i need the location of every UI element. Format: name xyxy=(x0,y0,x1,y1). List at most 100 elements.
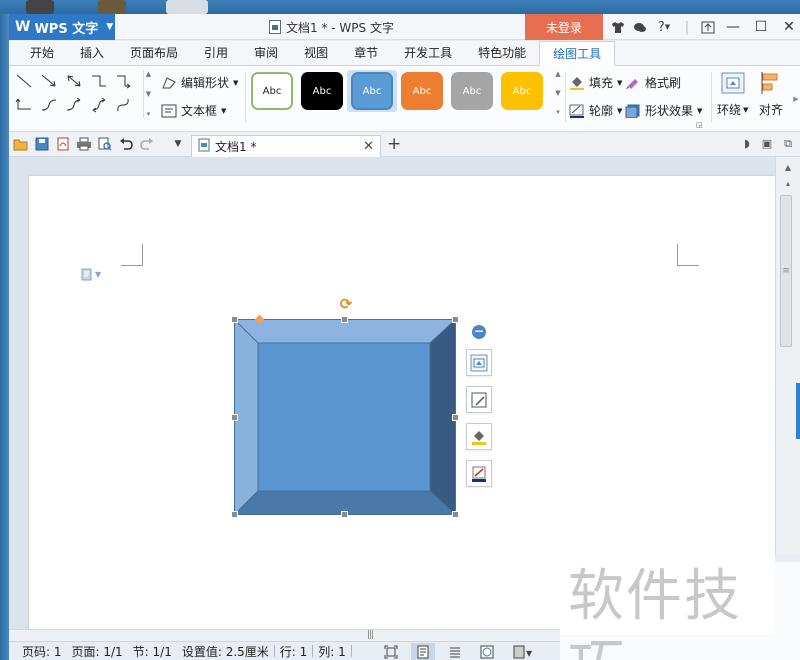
shape-outline-style-button[interactable] xyxy=(466,386,492,413)
resize-handle[interactable] xyxy=(231,414,238,421)
skin-icon[interactable] xyxy=(607,14,629,40)
tab-drawing-tools[interactable]: 绘图工具 xyxy=(539,41,616,66)
paragraph-layout-icon[interactable]: ▼ xyxy=(81,268,101,281)
tab-special-features[interactable]: 特色功能 xyxy=(465,40,539,65)
tab-references[interactable]: 引用 xyxy=(191,40,241,65)
shape-gallery-scroll[interactable]: ▲ ▼ ▾ xyxy=(143,70,153,118)
shape-line-color-button[interactable] xyxy=(466,460,492,487)
chevron-up-icon[interactable]: ▲ xyxy=(146,70,151,78)
new-tab-icon[interactable]: + xyxy=(387,134,401,154)
style-gallery-scroll[interactable]: ▲ ▼ ▾ xyxy=(553,70,563,116)
help-icon[interactable]: ? ▼ xyxy=(651,14,677,40)
open-folder-icon[interactable] xyxy=(13,136,29,152)
rotate-handle-icon[interactable]: ⟳ xyxy=(338,295,354,313)
shape-style-blue[interactable]: Abc xyxy=(351,72,393,110)
elbow-arrow-connector-icon[interactable] xyxy=(113,70,135,92)
reading-mode-icon[interactable]: ▼ xyxy=(507,643,537,660)
outline-button[interactable]: 轮廓 ▼ xyxy=(569,102,622,119)
minimize-icon[interactable]: — xyxy=(719,14,747,40)
outline-view-icon[interactable] xyxy=(443,643,467,660)
text-box-button[interactable]: 文本框 ▼ xyxy=(161,102,226,119)
side-panel-toggle[interactable] xyxy=(796,383,800,439)
arrow-shape-icon[interactable] xyxy=(38,70,60,92)
resize-handle[interactable] xyxy=(231,316,238,323)
double-arrow-shape-icon[interactable] xyxy=(63,70,85,92)
tab-insert[interactable]: 插入 xyxy=(67,40,117,65)
web-view-icon[interactable] xyxy=(475,643,499,660)
menu-tabs: 开始 插入 页面布局 引用 审阅 视图 章节 开发工具 特色功能 绘图工具 xyxy=(9,41,800,66)
resize-handle[interactable] xyxy=(341,316,348,323)
page-view-icon[interactable] xyxy=(411,643,435,660)
skin-switch-icon[interactable]: ◗ xyxy=(744,137,750,151)
shape-fill-button[interactable] xyxy=(466,423,492,450)
shape-style-orange[interactable]: Abc xyxy=(401,72,443,110)
feedback-icon[interactable] xyxy=(629,14,651,40)
print-icon[interactable] xyxy=(76,136,92,152)
tab-developer[interactable]: 开发工具 xyxy=(391,40,465,65)
document-tab[interactable]: 文档1 * ✕ xyxy=(191,135,381,157)
wps-menu-button[interactable]: W WPS 文字 ▼ xyxy=(9,14,115,40)
collapse-toolbar-icon[interactable]: − xyxy=(472,325,486,339)
more-icon[interactable]: ▾ xyxy=(556,108,560,116)
scroll-up-icon[interactable]: ▲ xyxy=(782,161,794,173)
more-icon[interactable]: ▾ xyxy=(147,110,151,118)
resize-handle[interactable] xyxy=(452,511,459,518)
elbow-double-arrow-icon[interactable] xyxy=(13,94,35,116)
style-label: Abc xyxy=(462,85,482,97)
restore-ribbon-icon[interactable] xyxy=(697,14,719,40)
chevron-down-icon[interactable]: ▼ xyxy=(146,90,151,98)
line-color-icon xyxy=(472,466,486,482)
curved-arrow-connector-icon[interactable] xyxy=(63,94,85,116)
tab-review[interactable]: 审阅 xyxy=(241,40,291,65)
shape-style-gold[interactable]: Abc xyxy=(501,72,543,110)
shape-style-white[interactable]: Abc xyxy=(251,72,293,110)
tab-home[interactable]: 开始 xyxy=(17,40,67,65)
curved-connector-icon[interactable] xyxy=(38,94,60,116)
dialog-launcher-icon[interactable]: ◲ xyxy=(696,121,703,129)
export-pdf-icon[interactable] xyxy=(55,136,71,152)
full-screen-view-icon[interactable] xyxy=(379,643,403,660)
shape-style-gray[interactable]: Abc xyxy=(451,72,493,110)
chevron-up-icon[interactable]: ▲ xyxy=(555,70,560,78)
close-tab-icon[interactable]: ✕ xyxy=(363,139,374,154)
login-button[interactable]: 未登录 xyxy=(525,14,603,40)
shape-outline-icon xyxy=(471,392,487,407)
format-painter-button[interactable]: 格式刷 xyxy=(625,74,681,91)
close-icon[interactable]: ✕ xyxy=(775,14,800,40)
fill-button[interactable]: 填充 ▼ xyxy=(569,74,622,91)
maximize-icon[interactable]: ☐ xyxy=(747,14,775,40)
edit-shape-button[interactable]: 编辑形状 ▼ xyxy=(161,74,238,91)
bevel-shape[interactable]: ⟳ xyxy=(231,295,459,518)
scroll-up-page-icon[interactable]: ▴ xyxy=(782,177,794,189)
wps-logo-text: WPS 文字 xyxy=(34,21,99,37)
align-button[interactable]: 对齐 xyxy=(759,72,783,118)
resize-handle[interactable] xyxy=(452,414,459,421)
vertical-scrollbar[interactable]: ▲ ▴ ≡ xyxy=(775,157,800,555)
elbow-connector-icon[interactable] xyxy=(88,70,110,92)
shape-style-black[interactable]: Abc xyxy=(301,72,343,110)
undo-icon[interactable] xyxy=(118,136,134,152)
print-preview-icon[interactable] xyxy=(97,136,113,152)
restore-doc-icon[interactable]: ⧉ xyxy=(784,137,792,151)
resize-handle[interactable] xyxy=(231,511,238,518)
tab-view[interactable]: 视图 xyxy=(291,40,341,65)
tab-chapter[interactable]: 章节 xyxy=(341,40,391,65)
customize-toolbar-icon[interactable]: ▼ xyxy=(170,136,186,152)
scrollbar-grip[interactable]: ||| xyxy=(367,630,374,640)
ribbon-scroll-right[interactable]: ▶ xyxy=(792,66,800,132)
resize-handle[interactable] xyxy=(341,511,348,518)
tab-page-layout[interactable]: 页面布局 xyxy=(117,40,191,65)
minimize-doc-icon[interactable]: ▣ xyxy=(762,137,772,151)
curved-double-arrow-icon[interactable] xyxy=(88,94,110,116)
redo-icon[interactable] xyxy=(139,136,155,152)
layout-options-button[interactable] xyxy=(466,349,492,376)
line-shape-icon[interactable] xyxy=(13,70,35,92)
chevron-down-icon[interactable]: ▼ xyxy=(555,89,560,97)
wrap-text-button[interactable]: 环绕 ▼ xyxy=(717,72,748,118)
save-icon[interactable] xyxy=(34,136,50,152)
freeform-curve-icon[interactable] xyxy=(113,94,135,116)
shape-effects-button[interactable]: 形状效果 ▼ xyxy=(625,102,702,119)
scrollbar-thumb[interactable]: ≡ xyxy=(780,195,792,347)
resize-handle[interactable] xyxy=(452,316,459,323)
horizontal-scrollbar[interactable]: ||| xyxy=(9,629,560,641)
